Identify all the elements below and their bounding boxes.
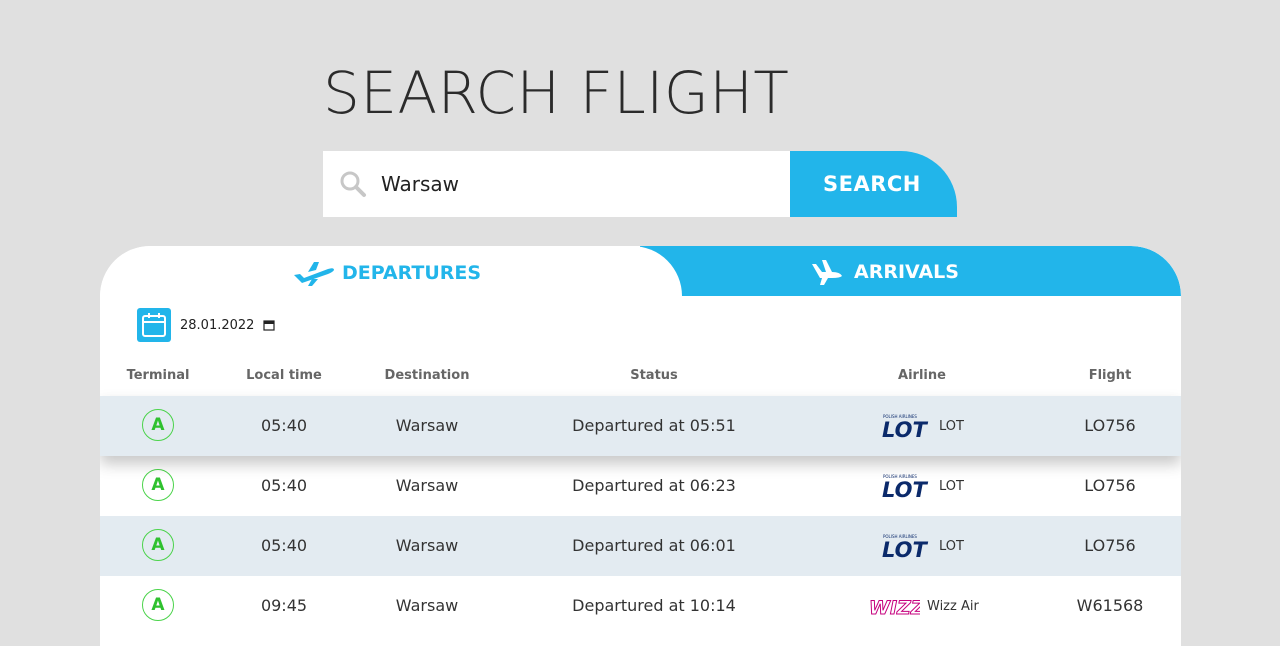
- airline: POLISH AIRLINES LOT LOT: [882, 396, 964, 456]
- table-row[interactable]: A 05:40 Warsaw Departured at 06:23 POLIS…: [100, 456, 1181, 516]
- search-icon: [340, 171, 366, 197]
- airline: POLISH AIRLINES LOT LOT: [882, 516, 964, 576]
- calendar-icon[interactable]: [137, 308, 171, 342]
- tab-arrivals-label: ARRIVALS: [854, 261, 959, 283]
- lot-logo: POLISH AIRLINES LOT: [882, 414, 928, 440]
- plane-arrival-icon: [812, 260, 842, 285]
- destination: Warsaw: [395, 536, 459, 555]
- status: Departured at 05:51: [572, 416, 736, 435]
- airline: POLISH AIRLINES LOT LOT: [882, 456, 964, 516]
- svg-text:LOT: LOT: [882, 418, 928, 440]
- col-header-local-time: Local time: [246, 368, 322, 383]
- flight-number: LO756: [1084, 536, 1136, 555]
- date-row[interactable]: 28.01.2022: [137, 308, 276, 342]
- terminal-badge: A: [142, 589, 174, 621]
- airline-name: LOT: [939, 538, 964, 554]
- flights-panel: ARRIVALS DEPARTURES 28.01.2022 Terminal …: [100, 246, 1181, 646]
- tab-departures-label: DEPARTURES: [342, 262, 482, 284]
- svg-text:LOT: LOT: [882, 478, 928, 500]
- status: Departured at 10:14: [572, 596, 736, 615]
- col-header-terminal: Terminal: [126, 368, 190, 383]
- search-button[interactable]: SEARCH: [790, 151, 957, 217]
- search-box[interactable]: [323, 151, 790, 217]
- airline-name: Wizz Air: [927, 598, 979, 614]
- airline: WIZZ Wizz Air: [868, 576, 979, 636]
- plane-departure-icon: [294, 262, 334, 286]
- col-header-status: Status: [630, 368, 678, 383]
- table-row[interactable]: A 05:40 Warsaw Departured at 06:01 POLIS…: [100, 516, 1181, 576]
- tab-departures[interactable]: DEPARTURES: [100, 246, 682, 296]
- svg-text:WIZZ: WIZZ: [869, 597, 920, 619]
- svg-text:LOT: LOT: [882, 538, 928, 560]
- local-time: 05:40: [260, 536, 308, 555]
- airline-name: LOT: [939, 418, 964, 434]
- search-input[interactable]: [381, 172, 761, 196]
- page-title: SEARCH FLIGHT: [323, 59, 790, 127]
- flight-number: LO756: [1084, 416, 1136, 435]
- date-value[interactable]: 28.01.2022: [180, 318, 254, 333]
- flight-number: W61568: [1076, 596, 1144, 615]
- date-picker-icon[interactable]: [263, 319, 276, 331]
- local-time: 05:40: [260, 416, 308, 435]
- wizz-logo: WIZZ: [869, 597, 921, 620]
- flight-number: LO756: [1084, 476, 1136, 495]
- terminal-badge: A: [142, 409, 174, 441]
- terminal-badge: A: [142, 469, 174, 501]
- status: Departured at 06:01: [572, 536, 736, 555]
- search-bar: SEARCH: [323, 151, 957, 217]
- terminal-badge: A: [142, 529, 174, 561]
- airline-name: LOT: [939, 478, 964, 494]
- tab-arrivals[interactable]: ARRIVALS: [640, 246, 1181, 296]
- local-time: 05:40: [260, 476, 308, 495]
- destination: Warsaw: [395, 476, 459, 495]
- table-row[interactable]: A 09:45 Warsaw Departured at 10:14 WIZZ …: [100, 576, 1181, 636]
- destination: Warsaw: [395, 416, 459, 435]
- col-header-destination: Destination: [384, 368, 470, 383]
- destination: Warsaw: [395, 596, 459, 615]
- status: Departured at 06:23: [572, 476, 736, 495]
- col-header-airline: Airline: [898, 368, 946, 383]
- local-time: 09:45: [260, 596, 308, 615]
- lot-logo: POLISH AIRLINES LOT: [882, 474, 928, 500]
- col-header-flight: Flight: [1088, 368, 1132, 383]
- lot-logo: POLISH AIRLINES LOT: [882, 534, 928, 560]
- table-row[interactable]: A 05:40 Warsaw Departured at 05:51 POLIS…: [100, 396, 1181, 456]
